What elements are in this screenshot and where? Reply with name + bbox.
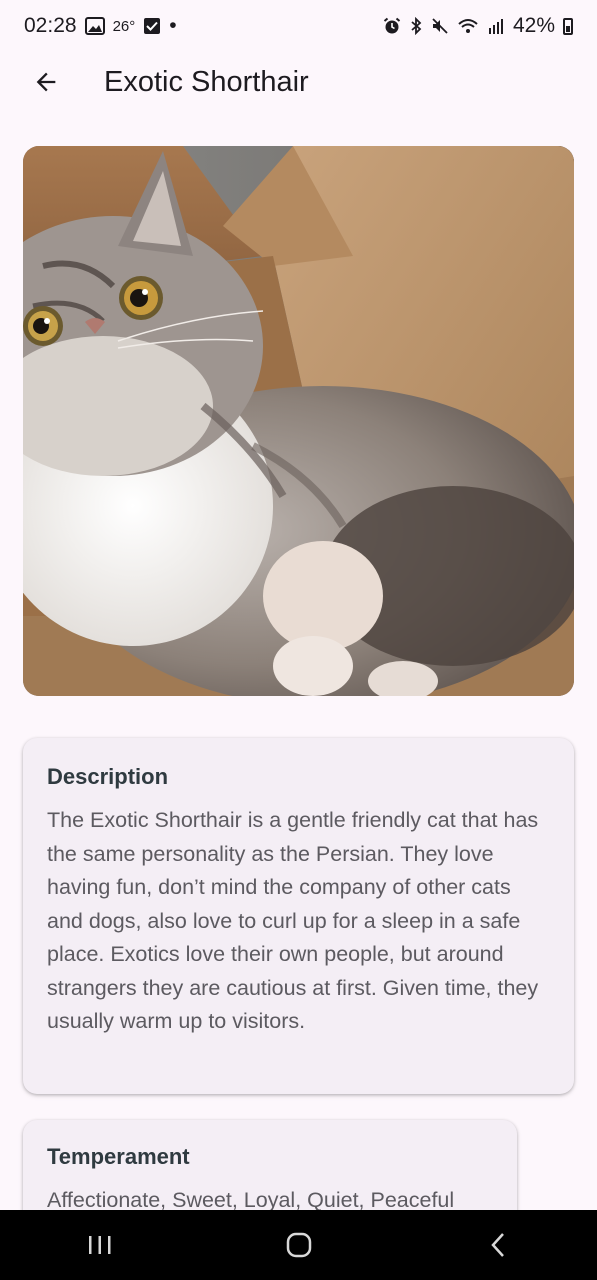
wifi-icon <box>457 17 479 35</box>
screen: 02:28 26° • 42% Exotic Shorthair Descrip… <box>0 0 597 1280</box>
gallery-icon <box>84 17 105 35</box>
bluetooth-icon <box>409 17 423 35</box>
home-button[interactable] <box>249 1215 349 1275</box>
breed-image <box>23 146 574 696</box>
battery-icon <box>563 17 573 35</box>
arrow-back-icon <box>36 72 56 92</box>
status-bar: 02:28 26° • 42% <box>0 0 597 52</box>
alarm-icon <box>383 17 401 35</box>
nav-back-button[interactable] <box>448 1215 548 1275</box>
description-card: Description The Exotic Shorthair is a ge… <box>23 738 574 1094</box>
status-battery-percent: 42% <box>512 14 555 37</box>
app-bar: Exotic Shorthair <box>0 52 597 112</box>
recents-button[interactable] <box>50 1215 150 1275</box>
nav-back-icon <box>490 1233 504 1257</box>
status-left: 02:28 26° • <box>24 14 177 38</box>
description-text: The Exotic Shorthair is a gentle friendl… <box>47 808 539 1033</box>
back-button[interactable] <box>14 54 78 110</box>
page-title: Exotic Shorthair <box>104 65 309 98</box>
status-dot: • <box>169 14 177 37</box>
temperament-title: Temperament <box>47 1144 190 1169</box>
status-temperature: 26° <box>112 17 136 35</box>
home-icon <box>286 1232 311 1258</box>
description-title: Description <box>47 764 169 789</box>
check-box-icon <box>143 17 161 35</box>
status-right: 42% <box>383 14 573 38</box>
system-nav-bar <box>0 1210 597 1280</box>
recents-icon <box>88 1236 110 1254</box>
signal-icon <box>487 17 505 35</box>
mute-icon <box>431 17 449 35</box>
status-time: 02:28 <box>24 14 77 37</box>
